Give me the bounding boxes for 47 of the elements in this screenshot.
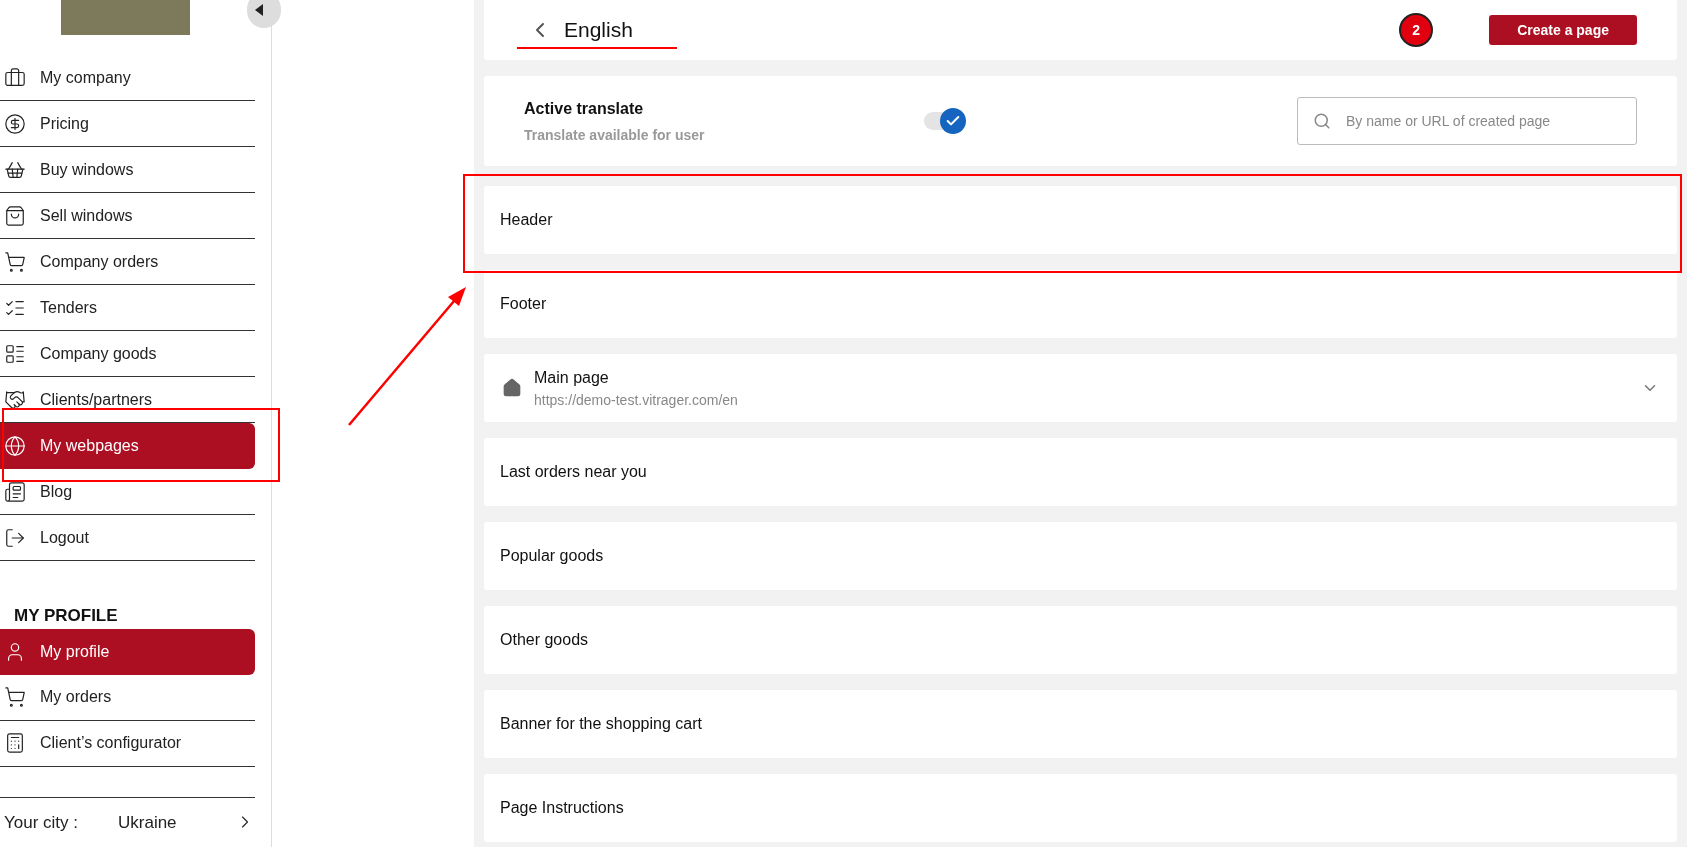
page-title: Main page	[534, 367, 610, 388]
sidebar-item[interactable]: Buy windows	[0, 147, 255, 193]
section-row[interactable]: Popular goods	[484, 522, 1677, 590]
menu-icon	[4, 66, 26, 89]
sidebar-item[interactable]: Blog	[0, 469, 255, 515]
page-url: https://demo-test.vitrager.com/en	[534, 390, 739, 410]
triangle-left-icon	[255, 4, 263, 16]
menu-icon	[4, 112, 26, 135]
sidebar-item[interactable]: My orders	[0, 674, 255, 721]
sidebar-item[interactable]: Logout	[0, 515, 255, 561]
city-label: Your city :	[4, 811, 80, 834]
page-heading: English	[564, 17, 633, 44]
page-row[interactable]: Main page https://demo-test.vitrager.com/en	[484, 354, 1677, 422]
menu-icon	[4, 250, 26, 273]
section-row[interactable]: Other goods	[484, 606, 1677, 674]
menu-icon	[4, 435, 26, 457]
menu-icon	[4, 686, 26, 708]
menu-icon	[4, 526, 26, 549]
section-row[interactable]: Header	[484, 186, 1677, 254]
menu-icon	[4, 732, 26, 754]
section-row[interactable]: Page Instructions	[484, 774, 1677, 842]
sidebar-item[interactable]: Pricing	[0, 101, 255, 147]
sidebar-item[interactable]: Sell windows	[0, 193, 255, 239]
menu-icon	[4, 388, 26, 411]
section-row[interactable]: Last orders near you	[484, 438, 1677, 506]
create-page-button[interactable]: Create a page	[1489, 15, 1637, 45]
sidebar-item[interactable]: Company orders	[0, 239, 255, 285]
menu-icon	[4, 342, 26, 365]
sidebar-item[interactable]: Tenders	[0, 285, 255, 331]
menu-icon	[4, 480, 26, 503]
search-field[interactable]: By name or URL of created page	[1297, 97, 1637, 145]
section-row[interactable]: Footer	[484, 270, 1677, 338]
sidebar-item[interactable]: My company	[0, 55, 255, 101]
sidebar-item[interactable]: Client’s configurator	[0, 720, 255, 767]
search-icon	[1313, 112, 1331, 130]
count-badge: 2	[1399, 13, 1434, 47]
section-row[interactable]: Banner for the shopping cart	[484, 690, 1677, 758]
sidebar-item[interactable]: My profile	[0, 628, 255, 675]
translate-subtitle: Translate available for user	[524, 125, 706, 145]
home-icon	[502, 378, 522, 398]
sidebar-item[interactable]: My webpages	[0, 423, 255, 469]
menu-icon	[4, 204, 26, 227]
collapse-button[interactable]	[247, 0, 281, 28]
sidebar-item[interactable]: Company goods	[0, 331, 255, 377]
section-heading: MY PROFILE	[13, 605, 119, 627]
city-value[interactable]: Ukraine	[118, 809, 235, 835]
translate-title: Active translate	[524, 98, 645, 119]
